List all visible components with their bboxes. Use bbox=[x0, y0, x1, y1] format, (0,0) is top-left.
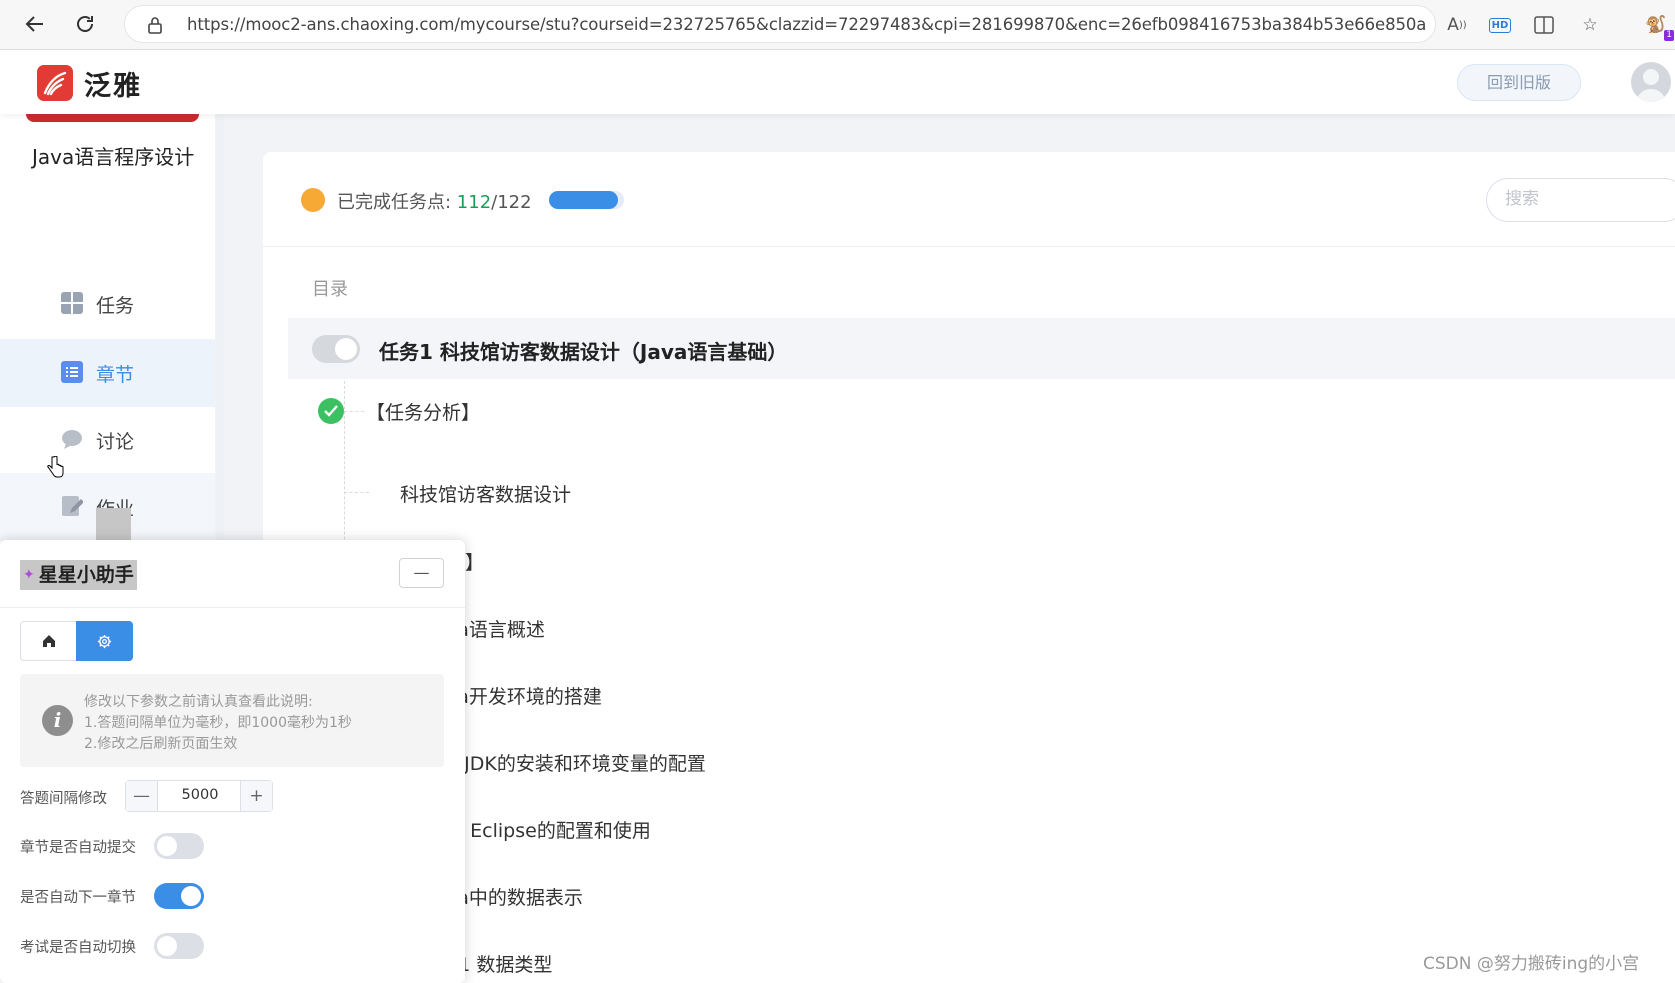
notice-line: 修改以下参数之前请认真查看此说明: bbox=[84, 694, 313, 710]
progress-total: /122 bbox=[491, 192, 532, 213]
watermark: CSDN @努力搬砖ing的小宫 bbox=[1423, 954, 1640, 974]
browser-toolbar: https://mooc2-ans.chaoxing.com/mycourse/… bbox=[0, 0, 1675, 50]
search-box[interactable] bbox=[1486, 178, 1675, 222]
helper-title: ✦ 星星小助手 bbox=[20, 560, 137, 590]
search-input[interactable] bbox=[1505, 189, 1665, 209]
url-host: https://mooc2-ans.chaoxing.com bbox=[187, 15, 455, 34]
sidebar-item-label: 章节 bbox=[96, 364, 135, 386]
reload-icon bbox=[77, 16, 93, 32]
sidebar-item-label: 讨论 bbox=[96, 431, 135, 453]
auto-exam-switch[interactable] bbox=[154, 933, 204, 959]
split-screen-icon[interactable] bbox=[1531, 12, 1557, 38]
notice-line: 1.答题间隔单位为毫秒，即1000毫秒为1秒 bbox=[84, 715, 352, 731]
notice-box: i 修改以下参数之前请认真查看此说明: 1.答题间隔单位为毫秒，即1000毫秒为… bbox=[20, 674, 444, 767]
auto-exam-switch-label: 考试是否自动切换 bbox=[20, 940, 136, 956]
decrement-button[interactable]: — bbox=[126, 781, 158, 811]
toc-item[interactable]: 【任务分析】 bbox=[366, 398, 480, 425]
hd-extension-icon[interactable]: HD bbox=[1487, 12, 1513, 38]
home-tab-button[interactable] bbox=[20, 621, 77, 661]
fanya-logo-icon[interactable] bbox=[37, 65, 73, 101]
progress-done: 112 bbox=[456, 192, 492, 213]
tree-branch bbox=[344, 492, 369, 493]
completed-check-icon bbox=[318, 398, 344, 424]
toc-item[interactable]: va开发环境的搭建 bbox=[446, 682, 602, 709]
old-version-button[interactable]: 回到旧版 bbox=[1457, 64, 1581, 101]
app-header: 泛雅 回到旧版 bbox=[0, 50, 1675, 114]
notice-line: 2.修改之后刷新页面生效 bbox=[84, 736, 238, 752]
grid-icon bbox=[61, 292, 83, 314]
gear-icon bbox=[97, 634, 112, 648]
chapter-row[interactable]: 任务1 科技馆访客数据设计（Java语言基础） bbox=[288, 318, 1675, 379]
auto-next-switch[interactable] bbox=[154, 883, 204, 909]
interval-value[interactable]: 5000 bbox=[158, 787, 242, 803]
read-aloud-icon[interactable]: A)) bbox=[1444, 12, 1470, 38]
homework-icon bbox=[62, 496, 83, 516]
progress-indicator-icon bbox=[301, 188, 325, 212]
hand-cursor-icon bbox=[47, 456, 64, 478]
sidebar-item-label: 任务 bbox=[96, 295, 135, 317]
sidebar-item-discussion[interactable]: 讨论 bbox=[0, 406, 215, 474]
logo-text: 泛雅 bbox=[84, 71, 142, 102]
progress-label: 已完成任务点: bbox=[337, 192, 457, 213]
auto-next-label: 是否自动下一章节 bbox=[20, 890, 136, 906]
extension-icon[interactable]: 🐒 1 bbox=[1640, 12, 1674, 41]
progress-fill bbox=[549, 191, 618, 209]
sidebar-item-chapters[interactable]: 章节 bbox=[0, 339, 215, 407]
toc-item[interactable]: 1 JDK的安装和环境变量的配置 bbox=[446, 749, 706, 776]
url-text: https://mooc2-ans.chaoxing.com/mycourse/… bbox=[187, 15, 1427, 34]
toc-item[interactable]: .2 Eclipse的配置和使用 bbox=[446, 816, 651, 843]
toc-label: 目录 bbox=[312, 279, 348, 300]
minimize-button[interactable]: — bbox=[399, 558, 444, 588]
toc-item[interactable]: va中的数据表示 bbox=[446, 883, 583, 910]
course-title: Java语言程序设计 bbox=[32, 145, 195, 169]
interval-label: 答题间隔修改 bbox=[20, 791, 107, 807]
helper-panel: ✦ 星星小助手 — i 修改以下参数之前请认真查看此说明: 1.答题间隔单位为毫秒… bbox=[0, 540, 465, 983]
interval-stepper[interactable]: — 5000 + bbox=[125, 780, 273, 812]
reload-button[interactable] bbox=[70, 9, 100, 39]
back-button[interactable] bbox=[20, 9, 50, 39]
lock-icon bbox=[148, 17, 162, 34]
chat-icon bbox=[62, 430, 82, 449]
progress-bar bbox=[549, 191, 624, 209]
settings-tab-button[interactable] bbox=[76, 621, 133, 661]
sidebar-item-tasks[interactable]: 任务 bbox=[0, 270, 215, 338]
chapter-collapse-toggle[interactable] bbox=[312, 335, 360, 363]
sparkle-icon: ✦ bbox=[23, 567, 35, 583]
auto-submit-switch[interactable] bbox=[154, 833, 204, 859]
tree-branch bbox=[344, 411, 364, 412]
avatar[interactable] bbox=[1631, 62, 1671, 102]
chapter-title: 任务1 科技馆访客数据设计（Java语言基础） bbox=[379, 340, 788, 364]
divider bbox=[263, 246, 1675, 247]
home-icon bbox=[42, 635, 55, 647]
back-arrow-icon bbox=[25, 16, 43, 32]
favorites-icon[interactable]: ☆ bbox=[1577, 12, 1603, 38]
helper-title-text: 星星小助手 bbox=[38, 564, 134, 586]
address-bar[interactable]: https://mooc2-ans.chaoxing.com/mycourse/… bbox=[124, 5, 1436, 43]
increment-button[interactable]: + bbox=[240, 781, 272, 811]
info-icon: i bbox=[42, 705, 73, 736]
progress-text: 已完成任务点: 112/122 bbox=[337, 188, 532, 214]
user-icon bbox=[1636, 69, 1666, 102]
url-path: /mycourse/stu?courseid=232725765&clazzid… bbox=[454, 15, 1427, 34]
toc-item[interactable]: 科技馆访客数据设计 bbox=[400, 480, 571, 507]
auto-submit-label: 章节是否自动提交 bbox=[20, 840, 136, 856]
helper-panel-header: ✦ 星星小助手 — bbox=[0, 540, 465, 608]
extension-badge: 1 bbox=[1664, 30, 1674, 41]
list-icon bbox=[61, 361, 83, 383]
hd-label: HD bbox=[1488, 17, 1512, 33]
